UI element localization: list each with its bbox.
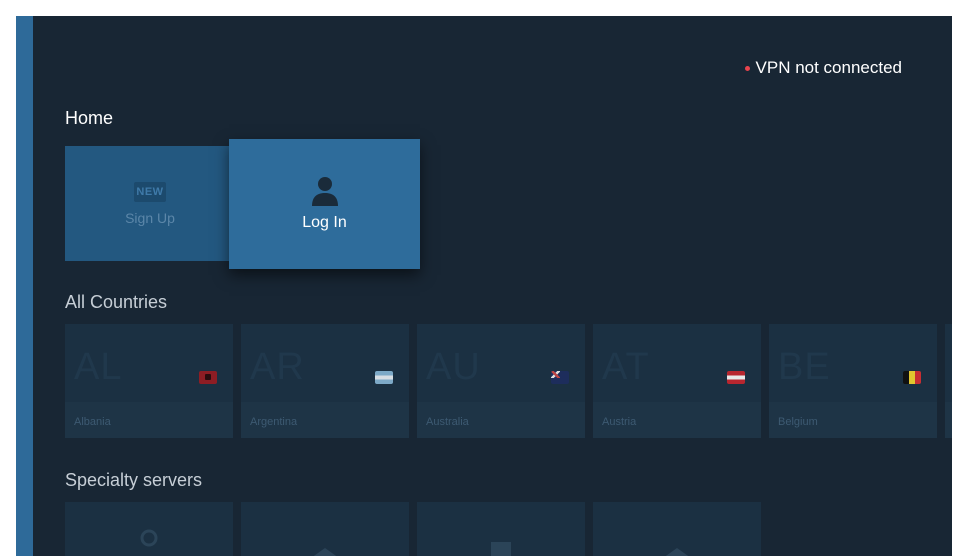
- all-countries-title: All Countries: [65, 292, 168, 312]
- log-in-label: Log In: [302, 214, 347, 231]
- country-code: AR: [250, 346, 305, 388]
- status-dot-icon: [744, 65, 750, 71]
- vpn-status-text: VPN not connected: [755, 58, 902, 77]
- specialty-card[interactable]: [593, 502, 761, 556]
- user-icon: [311, 177, 338, 206]
- sign-up-tile[interactable]: NEW Sign Up: [65, 146, 235, 261]
- country-name: Austria: [602, 416, 637, 428]
- specialty-card[interactable]: [241, 502, 409, 556]
- home-section-title: Home: [65, 108, 114, 128]
- country-code: AU: [426, 346, 481, 388]
- new-badge-icon: NEW: [134, 181, 166, 202]
- country-card-albania[interactable]: AL Albania: [65, 324, 233, 438]
- log-in-tile[interactable]: Log In: [229, 139, 420, 269]
- country-card-partial[interactable]: [945, 324, 952, 438]
- diamond-icon: [665, 548, 689, 556]
- sign-up-label: Sign Up: [125, 209, 175, 226]
- country-code: BE: [778, 346, 831, 388]
- country-card-australia[interactable]: AU Australia: [417, 324, 585, 438]
- australia-flag-icon: [551, 371, 569, 384]
- country-code: AT: [602, 346, 650, 388]
- albania-flag-icon: [199, 371, 217, 384]
- austria-flag-icon: [727, 371, 745, 384]
- tv-screen: VPN not connected Home NEW Sign Up Log I…: [16, 16, 952, 556]
- country-card-argentina[interactable]: AR Argentina: [241, 324, 409, 438]
- square-icon: [491, 542, 511, 556]
- country-name: Albania: [74, 416, 111, 428]
- argentina-flag-icon: [375, 371, 393, 384]
- country-card-belgium[interactable]: BE Belgium: [769, 324, 937, 438]
- country-name: Belgium: [778, 416, 818, 428]
- user-icon: [140, 529, 158, 547]
- country-label-band: [945, 402, 952, 438]
- specialty-card[interactable]: [65, 502, 233, 556]
- specialty-card[interactable]: [417, 502, 585, 556]
- sidebar-rail[interactable]: [16, 16, 33, 556]
- belgium-flag-icon: [903, 371, 921, 384]
- specialty-servers-title: Specialty servers: [65, 470, 203, 490]
- country-name: Argentina: [250, 416, 298, 428]
- diamond-icon: [313, 548, 337, 556]
- country-code: AL: [74, 346, 123, 388]
- vpn-status: VPN not connected: [744, 58, 902, 78]
- country-name: Australia: [426, 416, 469, 428]
- country-card-austria[interactable]: AT Austria: [593, 324, 761, 438]
